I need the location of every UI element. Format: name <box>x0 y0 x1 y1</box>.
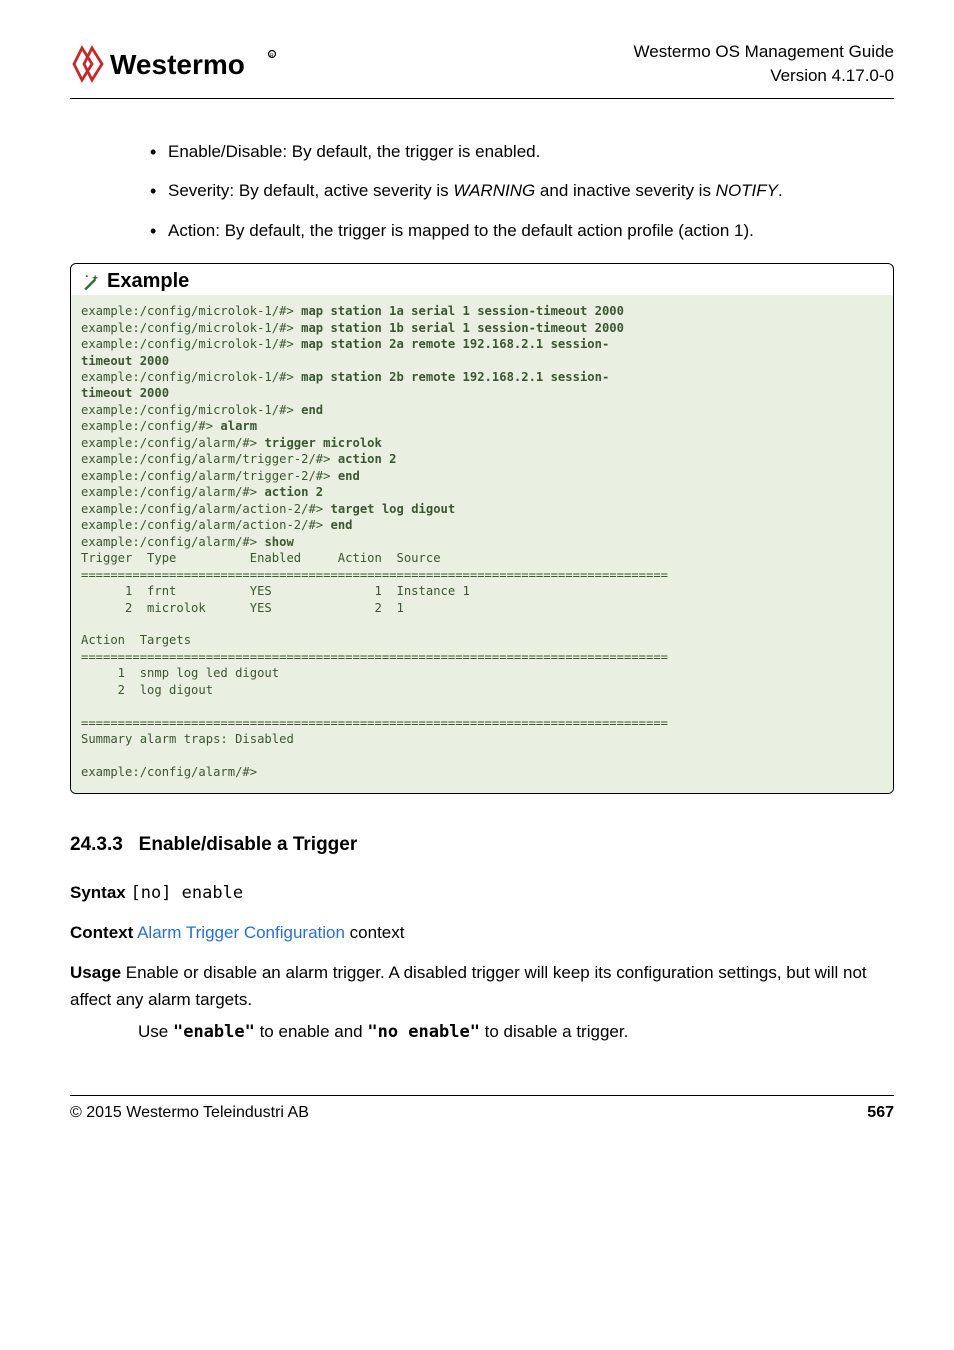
example-body: example:/config/microlok-1/#> map statio… <box>71 295 893 793</box>
usage-text-2: Use "enable" to enable and "no enable" t… <box>138 1019 894 1045</box>
header-divider <box>70 98 894 99</box>
syntax-label: Syntax <box>70 883 126 902</box>
definition-list: Syntax [no] enable Context Alarm Trigger… <box>70 880 894 1046</box>
context-link[interactable]: Alarm Trigger Configuration <box>137 923 345 942</box>
example-heading: Example <box>71 264 893 295</box>
section-number: 24.3.3 <box>70 834 123 855</box>
svg-text:Westermo: Westermo <box>110 49 245 80</box>
context-label: Context <box>70 923 133 942</box>
page-number: 567 <box>867 1104 894 1122</box>
footer-left: © 2015 Westermo Teleindustri AB <box>70 1104 309 1122</box>
bullet-item: Enable/Disable: By default, the trigger … <box>150 139 894 165</box>
usage-row: Usage Enable or disable an alarm trigger… <box>70 960 894 1045</box>
section-heading: 24.3.3 Enable/disable a Trigger <box>70 834 894 856</box>
bullet-item: Severity: By default, active severity is… <box>150 178 894 204</box>
footer-divider <box>70 1095 894 1096</box>
page-footer: © 2015 Westermo Teleindustri AB 567 <box>70 1104 894 1142</box>
example-box: Example example:/config/microlok-1/#> ma… <box>70 263 894 794</box>
wand-icon <box>81 272 101 292</box>
header-line-2: Version 4.17.0-0 <box>634 64 894 88</box>
context-row: Context Alarm Trigger Configuration cont… <box>70 920 894 946</box>
bullet-text: Enable/Disable: By default, the trigger … <box>168 142 540 161</box>
context-value: Alarm Trigger Configuration context <box>137 923 404 942</box>
syntax-row: Syntax [no] enable <box>70 880 894 906</box>
bullet-item: Action: By default, the trigger is mappe… <box>150 218 894 244</box>
example-title-text: Example <box>107 270 189 293</box>
syntax-value: [no] enable <box>130 883 243 903</box>
page-header: Westermo R Westermo OS Management Guide … <box>70 40 894 88</box>
header-line-1: Westermo OS Management Guide <box>634 40 894 64</box>
bullet-list: Enable/Disable: By default, the trigger … <box>150 139 894 244</box>
bullet-text: Action: By default, the trigger is mappe… <box>168 221 754 240</box>
usage-text-1: Enable or disable an alarm trigger. A di… <box>70 963 867 1008</box>
usage-label: Usage <box>70 963 121 982</box>
section-title: Enable/disable a Trigger <box>139 834 358 855</box>
bullet-text: Severity: By default, active severity is… <box>168 181 783 200</box>
svg-text:R: R <box>270 53 274 59</box>
header-title: Westermo OS Management Guide Version 4.1… <box>634 40 894 88</box>
westermo-logo: Westermo R <box>70 44 300 84</box>
